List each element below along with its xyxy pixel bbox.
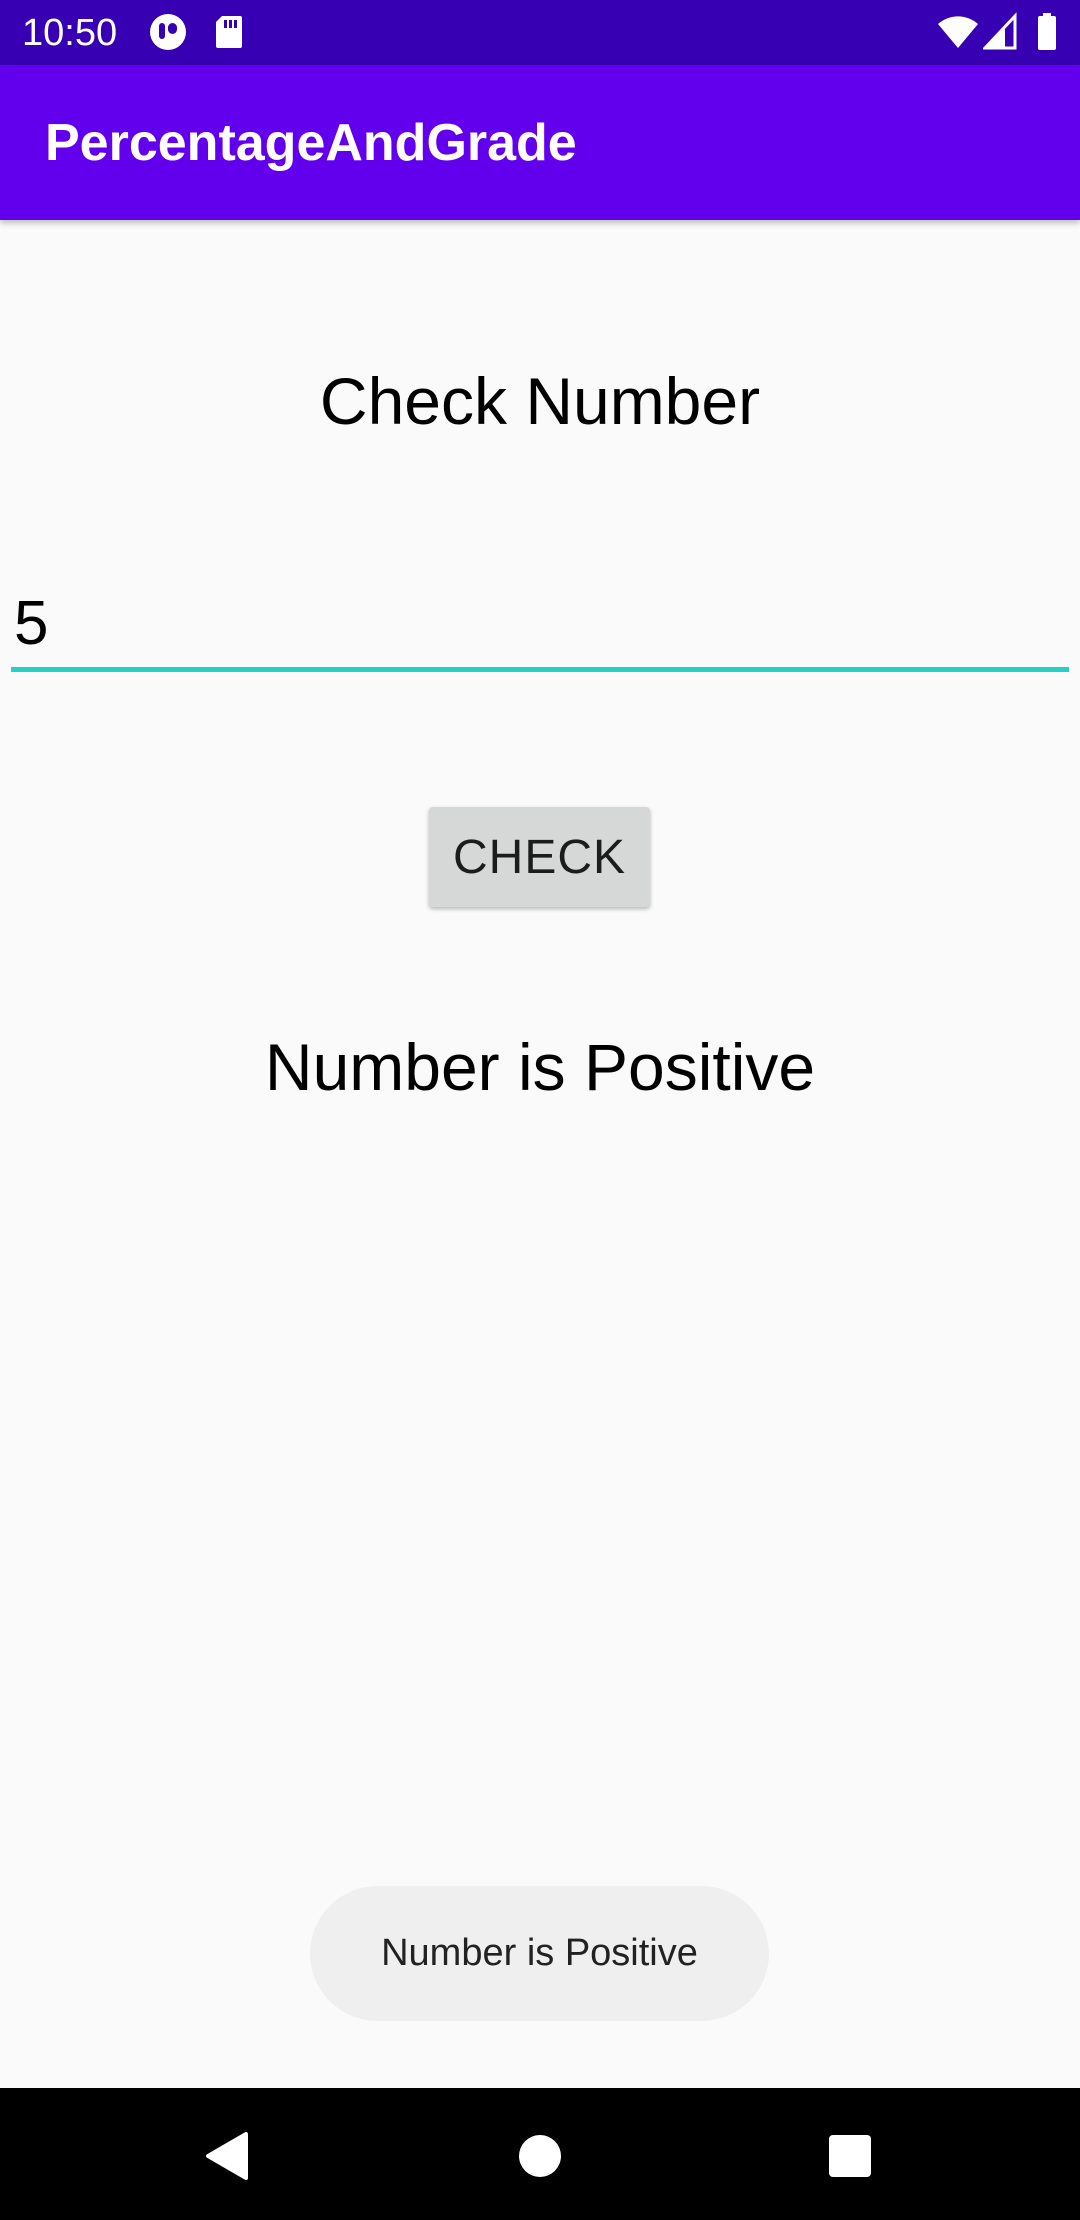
back-icon[interactable]	[198, 2124, 262, 2188]
status-bar: 10:50	[0, 0, 1080, 65]
page-heading: Check Number	[319, 364, 761, 438]
battery-icon	[1038, 13, 1056, 50]
home-icon[interactable]	[508, 2124, 572, 2188]
status-time: 10:50	[22, 12, 118, 54]
app-bar: PercentageAndGrade	[0, 65, 1080, 220]
number-input[interactable]	[11, 580, 1069, 672]
wifi-icon	[938, 16, 978, 48]
check-button[interactable]: CHECK	[429, 807, 650, 907]
result-text: Number is Positive	[264, 1030, 816, 1104]
recents-icon[interactable]	[818, 2124, 882, 2188]
toast-message: Number is Positive	[310, 1886, 769, 2021]
app-title: PercentageAndGrade	[45, 114, 577, 172]
app-notification-icon	[150, 14, 186, 50]
cell-signal-icon	[983, 12, 1017, 50]
sd-card-icon	[216, 16, 242, 48]
screen: 10:50 PercentageAndGrade Check Number 5 …	[0, 0, 1080, 2220]
navigation-bar	[0, 2088, 1080, 2220]
